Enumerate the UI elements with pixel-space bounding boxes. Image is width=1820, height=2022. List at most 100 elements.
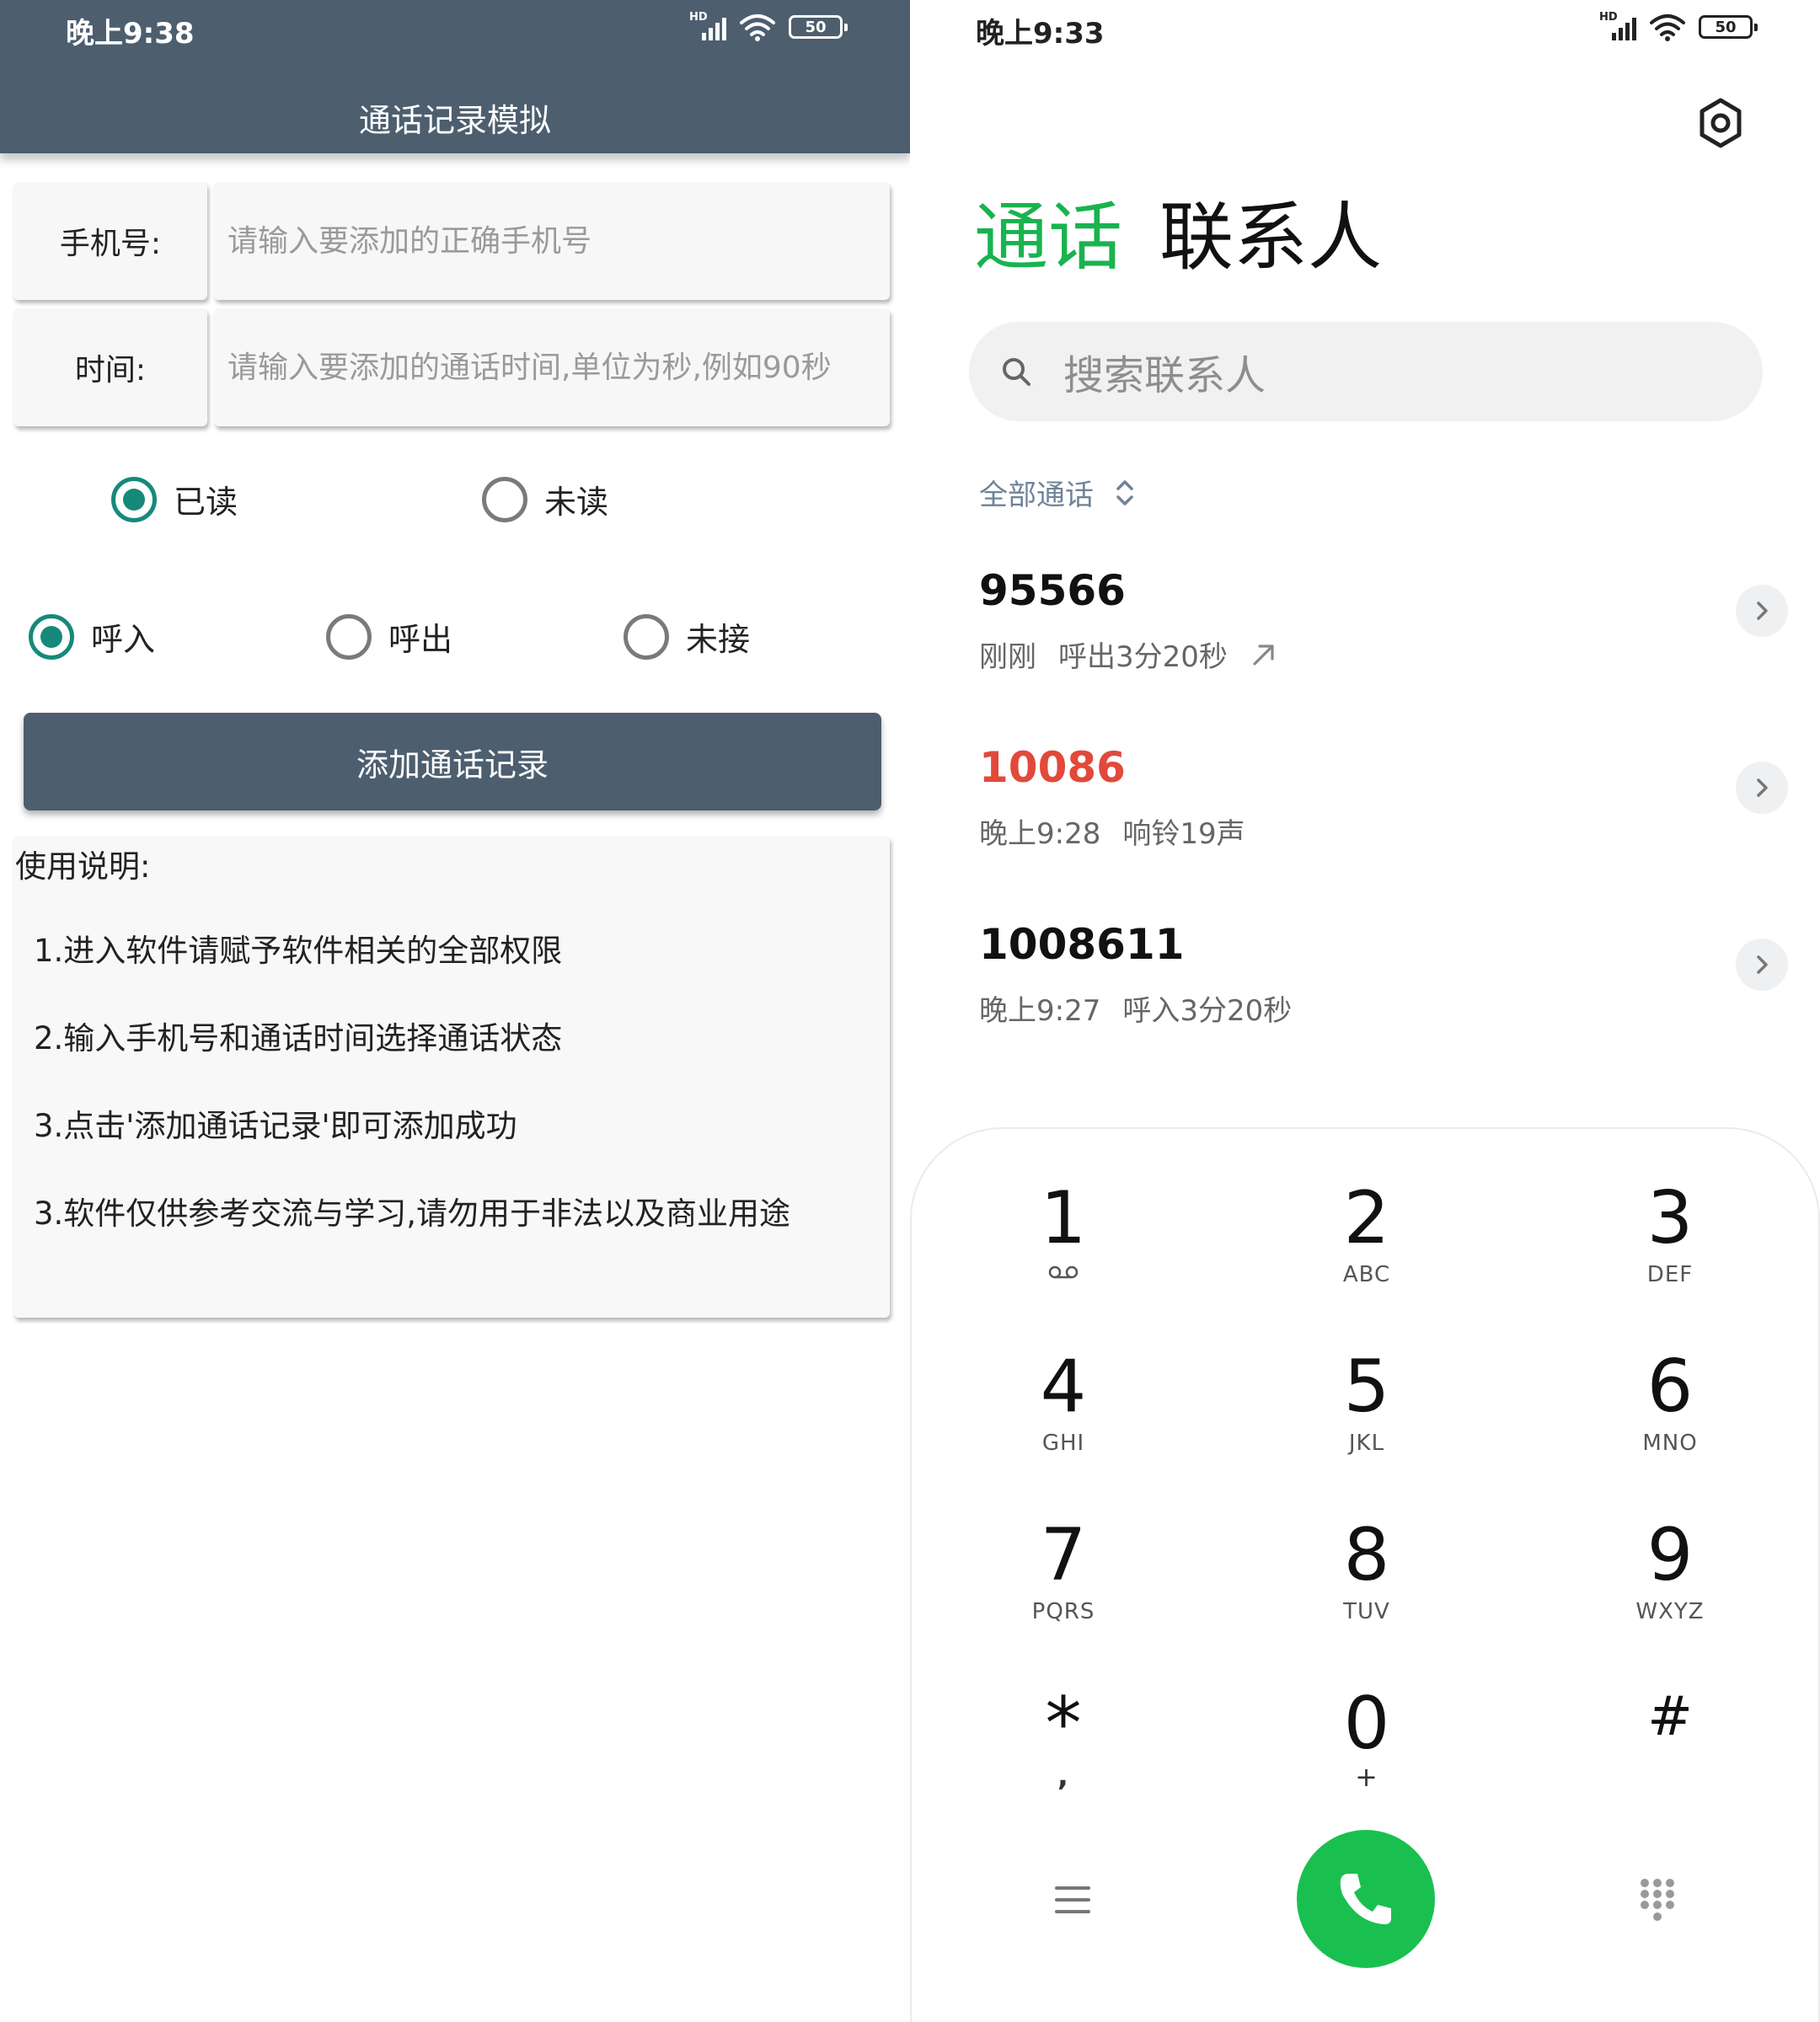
- filter-label: 全部通话: [979, 479, 1094, 512]
- key-letters: TUV: [1343, 1599, 1390, 1624]
- key-digit: 0: [1343, 1682, 1390, 1766]
- phone-input[interactable]: [228, 223, 890, 259]
- duration-input[interactable]: [228, 350, 890, 385]
- search-icon: [1003, 358, 1030, 386]
- call-log-row[interactable]: 10086 晚上9:28 响铃19声: [979, 743, 1788, 869]
- radio-incoming[interactable]: 呼入: [29, 613, 155, 660]
- key-letters: WXYZ: [1635, 1599, 1705, 1624]
- chevron-right-icon: [1757, 602, 1768, 620]
- key-3[interactable]: 3 DEF: [1586, 1178, 1754, 1304]
- key-letters: PQRS: [1031, 1599, 1095, 1624]
- key-9[interactable]: 9 WXYZ: [1586, 1515, 1754, 1641]
- call-filter-dropdown[interactable]: 全部通话: [979, 472, 1136, 513]
- status-time: 晚上9:33: [976, 17, 1105, 51]
- key-7[interactable]: 7 PQRS: [979, 1515, 1148, 1641]
- menu-icon[interactable]: [1055, 1883, 1090, 1917]
- battery-icon: 50: [789, 15, 848, 39]
- call-details-button[interactable]: [1736, 939, 1788, 991]
- radio-unchecked-icon: [482, 476, 527, 522]
- call-number: 1008611: [979, 920, 1185, 969]
- call-info: 呼出3分20秒: [1058, 640, 1228, 674]
- signal-icon: HD: [689, 12, 726, 42]
- radio-outgoing[interactable]: 呼出: [326, 613, 452, 660]
- call-detail: 晚上9:27 呼入3分20秒: [979, 987, 1292, 1029]
- duration-label: 时间:: [13, 308, 207, 426]
- battery-level: 50: [805, 18, 827, 36]
- radio-label: 未读: [544, 484, 609, 521]
- app-bar: 晚上9:38 HD 50 通话记录模拟: [0, 0, 910, 153]
- tab-calls[interactable]: 通话: [974, 195, 1122, 280]
- keypad-icon[interactable]: [1639, 1877, 1676, 1923]
- radio-checked-icon: [29, 613, 74, 660]
- key-letters: JKL: [1348, 1431, 1385, 1456]
- call-details-button[interactable]: [1736, 585, 1788, 637]
- dialer-screen: 晚上9:33 HD 50 通话 联系人 搜索联系人 全部通话 95566 刚刚 …: [910, 0, 1820, 2022]
- key-1[interactable]: 1: [979, 1178, 1148, 1304]
- key-digit: 8: [1343, 1513, 1390, 1597]
- key-letters: DEF: [1646, 1262, 1694, 1287]
- phone-input-box: [214, 182, 890, 300]
- radio-label: 呼出: [388, 621, 453, 658]
- status-icons: HD 50: [689, 12, 848, 42]
- call-log-row[interactable]: 1008611 晚上9:27 呼入3分20秒: [979, 920, 1788, 1046]
- call-detail: 晚上9:28 响铃19声: [979, 810, 1245, 852]
- call-button[interactable]: [1297, 1830, 1435, 1968]
- key-digit: 7: [1040, 1513, 1087, 1597]
- call-time: 刚刚: [979, 640, 1036, 674]
- key-star[interactable]: * ,: [979, 1683, 1148, 1810]
- chevron-right-icon: [1757, 955, 1768, 974]
- key-5[interactable]: 5 JKL: [1282, 1346, 1451, 1473]
- add-call-log-button[interactable]: 添加通话记录: [24, 713, 881, 810]
- status-icons: HD 50: [1599, 12, 1758, 42]
- tab-contacts[interactable]: 联系人: [1159, 195, 1382, 280]
- radio-label: 已读: [174, 484, 238, 521]
- call-info: 呼入3分20秒: [1122, 994, 1293, 1028]
- sort-chevrons-icon: [1116, 479, 1133, 506]
- phone-icon: [1340, 1874, 1391, 1924]
- key-letters: +: [1355, 1761, 1378, 1793]
- key-6[interactable]: 6 MNO: [1586, 1346, 1754, 1473]
- call-details-button[interactable]: [1736, 762, 1788, 814]
- dial-pad: 1 2 ABC 3 DEF 4 GHI 5 JKL 6 MNO 7 PQRS 8…: [910, 1127, 1820, 2022]
- key-letters: GHI: [1041, 1431, 1085, 1456]
- wifi-icon: [740, 14, 775, 41]
- battery-icon: 50: [1699, 15, 1758, 39]
- key-digit: 2: [1343, 1176, 1390, 1260]
- key-letters: ABC: [1342, 1262, 1391, 1287]
- instructions-heading: 使用说明:: [15, 848, 151, 885]
- search-placeholder: 搜索联系人: [1063, 352, 1266, 399]
- key-letters: MNO: [1642, 1431, 1698, 1456]
- key-0[interactable]: 0 +: [1282, 1683, 1451, 1810]
- radio-missed[interactable]: 未接: [624, 613, 750, 660]
- key-8[interactable]: 8 TUV: [1282, 1515, 1451, 1641]
- battery-level: 50: [1715, 18, 1737, 36]
- call-info: 响铃19声: [1122, 817, 1245, 851]
- instructions-card: 使用说明: 1.进入软件请赋予软件相关的全部权限 2.输入手机号和通话时间选择通…: [13, 836, 890, 1318]
- search-contacts-bar[interactable]: 搜索联系人: [969, 322, 1763, 421]
- key-hash[interactable]: #: [1586, 1683, 1754, 1810]
- radio-label: 未接: [686, 621, 751, 658]
- phone-row: 手机号:: [13, 182, 890, 300]
- radio-unread[interactable]: 未读: [482, 476, 608, 522]
- outgoing-arrow-icon: [1253, 644, 1274, 666]
- voicemail-icon: [1048, 1265, 1079, 1279]
- instruction-item: 3.软件仅供参考交流与学习,请勿用于非法以及商业用途: [34, 1196, 791, 1232]
- radio-unchecked-icon: [624, 613, 669, 660]
- key-4[interactable]: 4 GHI: [979, 1346, 1148, 1473]
- key-2[interactable]: 2 ABC: [1282, 1178, 1451, 1304]
- call-number: 10086: [979, 743, 1126, 792]
- phone-label: 手机号:: [13, 182, 207, 300]
- key-digit: #: [1647, 1686, 1693, 1748]
- key-digit: 1: [1040, 1176, 1087, 1260]
- call-time: 晚上9:27: [979, 994, 1101, 1028]
- key-digit: 5: [1343, 1345, 1390, 1429]
- chevron-right-icon: [1757, 778, 1768, 797]
- call-log-row[interactable]: 95566 刚刚 呼出3分20秒: [979, 566, 1788, 693]
- radio-checked-icon: [111, 476, 157, 522]
- settings-icon[interactable]: [1695, 96, 1746, 150]
- radio-label: 呼入: [91, 621, 156, 658]
- key-digit: 6: [1646, 1345, 1694, 1429]
- radio-read[interactable]: 已读: [111, 476, 238, 522]
- call-time: 晚上9:28: [979, 817, 1101, 851]
- call-log-simulator-screen: 晚上9:38 HD 50 通话记录模拟 手机号: 时间:: [0, 0, 910, 2022]
